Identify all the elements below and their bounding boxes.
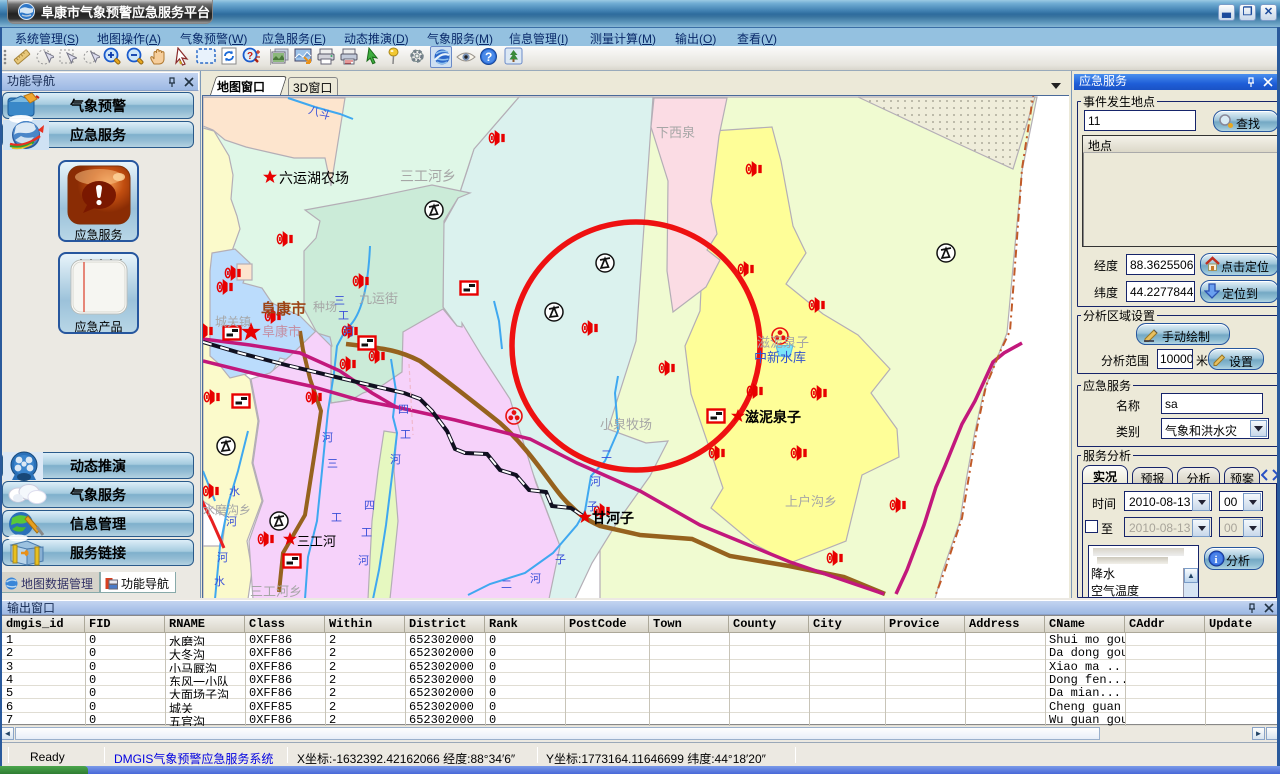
svg-text:河: 河 (322, 431, 333, 444)
svg-text:子: 子 (587, 500, 598, 513)
svg-text:工: 工 (338, 310, 349, 322)
svg-text:阜康市: 阜康市 (262, 324, 301, 339)
svg-text:城关镇: 城关镇 (215, 315, 251, 329)
svg-text:小泉牧场: 小泉牧场 (600, 417, 652, 432)
svg-text:河: 河 (590, 475, 601, 488)
svg-text:工: 工 (361, 527, 372, 539)
svg-text:三工河: 三工河 (297, 534, 336, 549)
svg-text:九运街: 九运街 (359, 291, 398, 306)
svg-text:i: i (1215, 554, 1218, 566)
svg-text:三工河乡: 三工河乡 (250, 584, 302, 598)
svg-text:滋泥泉子: 滋泥泉子 (745, 409, 801, 425)
svg-text:河: 河 (358, 554, 369, 567)
svg-text:河: 河 (390, 453, 401, 466)
svg-text:河: 河 (343, 325, 354, 338)
svg-text:上户沟乡: 上户沟乡 (785, 494, 837, 509)
svg-text:水: 水 (214, 575, 225, 588)
svg-text:三: 三 (327, 458, 338, 470)
svg-text:二: 二 (501, 579, 512, 591)
svg-text:水磨沟乡: 水磨沟乡 (203, 503, 251, 517)
svg-text:?: ? (485, 50, 492, 64)
svg-text:工: 工 (400, 429, 411, 441)
svg-text:三: 三 (334, 295, 345, 307)
svg-text:滋泥泉子: 滋泥泉子 (757, 335, 809, 350)
svg-text:河: 河 (217, 551, 228, 564)
svg-text:河: 河 (226, 515, 237, 528)
svg-text:二: 二 (601, 449, 612, 461)
svg-text:子: 子 (555, 553, 566, 566)
svg-text:四: 四 (398, 404, 409, 416)
svg-text:中新水库: 中新水库 (754, 350, 806, 365)
svg-text:阜康市: 阜康市 (261, 300, 306, 318)
svg-text:六运湖农场: 六运湖农场 (279, 170, 349, 186)
svg-text:下西泉: 下西泉 (656, 125, 695, 140)
svg-text:?: ? (247, 51, 253, 62)
svg-text:三工河乡: 三工河乡 (400, 168, 456, 184)
svg-text:水: 水 (229, 485, 240, 498)
svg-text:河: 河 (530, 572, 541, 585)
svg-text:甘河子: 甘河子 (592, 510, 634, 526)
svg-text:工: 工 (331, 512, 342, 524)
svg-text:四: 四 (364, 500, 375, 512)
